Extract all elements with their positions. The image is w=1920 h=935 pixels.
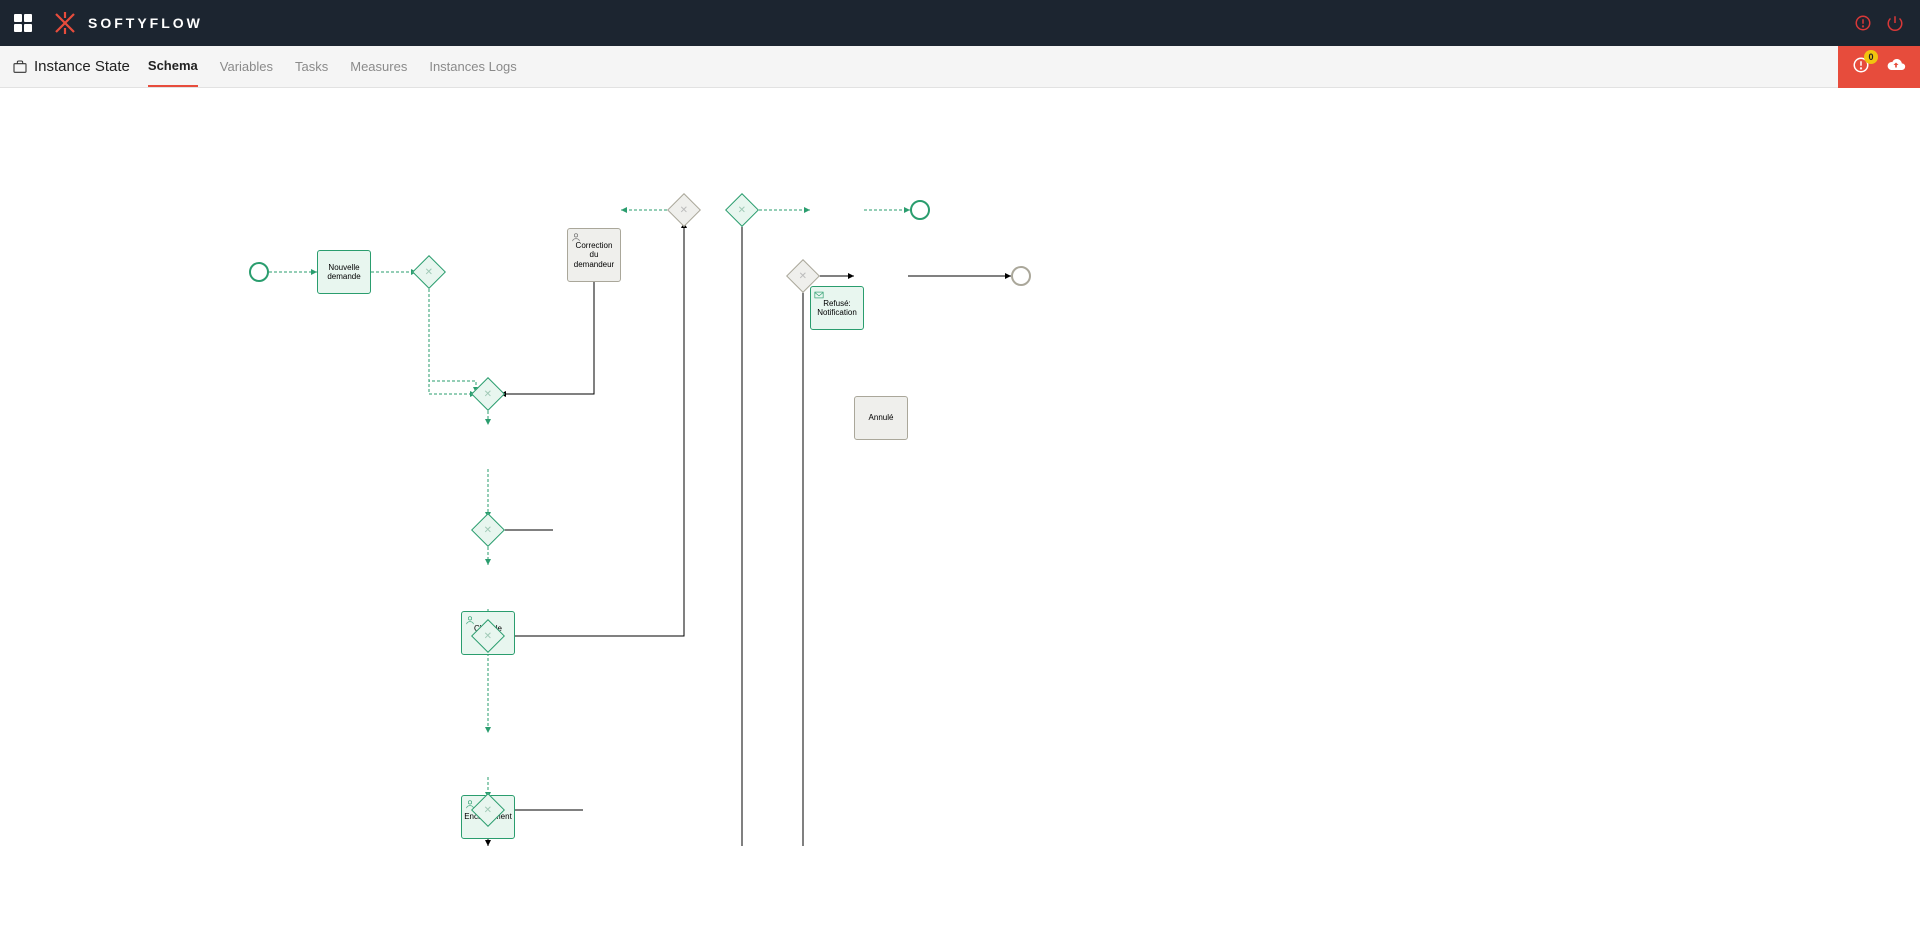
tab-instances-logs[interactable]: Instances Logs [429,46,516,87]
task-correction[interactable]: Correction du demandeur [567,228,621,282]
tab-tasks[interactable]: Tasks [295,46,328,87]
flow-connectors [0,88,1560,935]
subbar-actions: 0 [1838,46,1920,88]
power-icon[interactable] [1886,14,1904,32]
task-annule[interactable]: Annulé [854,396,908,440]
user-task-icon [571,232,581,242]
topbar: SOFTYFLOW [0,0,1920,46]
error-badge-button[interactable]: 0 [1852,56,1870,79]
error-count-badge: 0 [1864,50,1878,64]
tabs: Schema Variables Tasks Measures Instance… [148,46,517,87]
topbar-actions [1854,14,1904,32]
cloud-save-icon[interactable] [1886,55,1906,80]
tab-variables[interactable]: Variables [220,46,273,87]
tab-measures[interactable]: Measures [350,46,407,87]
task-refuse-notification[interactable]: Refusé: Notification [810,286,864,330]
gateway-4[interactable]: ✕ [476,624,500,648]
page-title: Instance State [12,58,130,75]
mail-icon [814,290,824,300]
start-event[interactable] [249,262,269,282]
task-nouvelle-demande[interactable]: Nouvelle demande [317,250,371,294]
logo-text: SOFTYFLOW [88,15,203,31]
gateway-2[interactable]: ✕ [476,382,500,406]
gateway-annule[interactable]: ✕ [791,264,815,288]
end-event-green[interactable] [910,200,930,220]
briefcase-icon [12,59,28,75]
bpmn-canvas[interactable]: Nouvelle demande ✕ Correction du demande… [0,88,1920,935]
user-task-icon [465,615,475,625]
gateway-top[interactable]: ✕ [672,198,696,222]
gateway-1[interactable]: ✕ [417,260,441,284]
logo-mark-icon [52,10,78,36]
gateway-top2[interactable]: ✕ [730,198,754,222]
gateway-3[interactable]: ✕ [476,518,500,542]
logo[interactable]: SOFTYFLOW [52,10,203,36]
end-event-gray[interactable] [1011,266,1031,286]
alert-icon[interactable] [1854,14,1872,32]
gateway-5[interactable]: ✕ [476,798,500,822]
tab-schema[interactable]: Schema [148,46,198,87]
subbar: Instance State Schema Variables Tasks Me… [0,46,1920,88]
apps-grid-icon[interactable] [14,14,32,32]
